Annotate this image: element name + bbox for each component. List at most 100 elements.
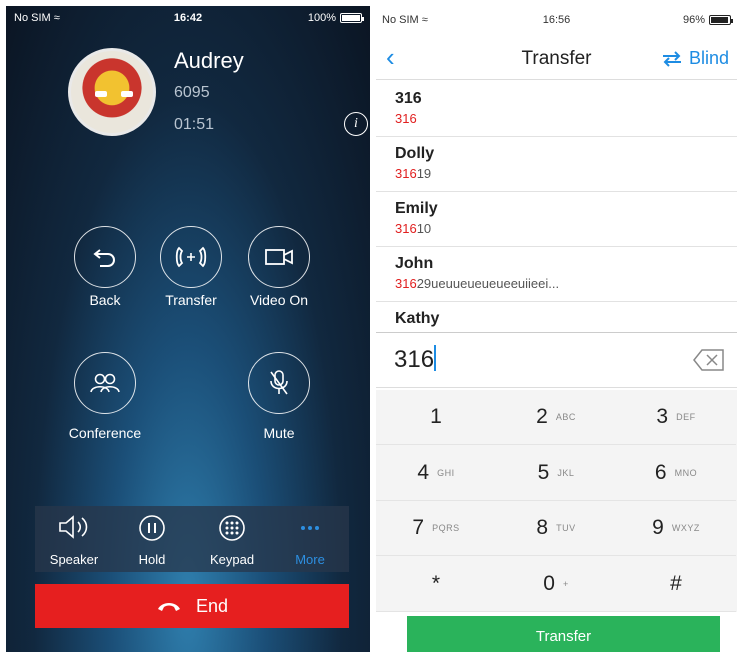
key-letters: DEF xyxy=(676,412,696,422)
contact-row[interactable]: Emily 31610 xyxy=(376,192,737,247)
transfer-screen: No SIM ≈ 16:56 96% ‹ Transfer Blind 316 3… xyxy=(376,6,737,652)
key-digit: 1 xyxy=(430,405,442,428)
status-bar: No SIM ≈ 16:56 96% xyxy=(382,14,733,28)
avatar-eye xyxy=(95,91,107,97)
contact-name: Kathy xyxy=(395,310,440,327)
hold-icon xyxy=(139,515,165,541)
key-letters: TUV xyxy=(556,523,576,533)
contact-number: 316 xyxy=(395,111,737,126)
battery-percent: 96% xyxy=(682,14,705,26)
video-on-button[interactable] xyxy=(248,226,310,288)
caller-number: 6095 xyxy=(174,84,210,101)
key-digit: 6 xyxy=(654,460,667,484)
key-8[interactable]: 8 TUV xyxy=(496,501,616,556)
key-digit: # xyxy=(670,571,682,595)
number-match-highlight: 316 xyxy=(395,111,417,126)
call-duration: 01:51 xyxy=(174,116,215,133)
key-letters: ABC xyxy=(555,412,576,422)
mute-label: Mute xyxy=(263,425,295,441)
key-hash[interactable]: # xyxy=(616,557,736,612)
back-button[interactable] xyxy=(74,226,136,288)
blind-transfer-button[interactable]: Blind xyxy=(661,48,729,69)
hold-label: Hold xyxy=(138,552,166,567)
mute-button[interactable] xyxy=(248,352,310,414)
contact-number: 31610 xyxy=(395,221,737,236)
status-time: 16:56 xyxy=(542,14,571,26)
key-4[interactable]: 4 GHI xyxy=(376,446,496,501)
key-letters: GHI xyxy=(437,467,455,478)
caller-avatar xyxy=(68,48,156,136)
key-letters: WXYZ xyxy=(671,523,700,533)
number-match-highlight: 316 xyxy=(395,221,417,236)
contact-name: Dolly xyxy=(395,145,435,162)
caller-name: Audrey xyxy=(174,48,244,73)
backspace-icon[interactable] xyxy=(693,349,725,371)
transfer-button[interactable] xyxy=(160,226,222,288)
key-3[interactable]: 3 DEF xyxy=(616,390,736,445)
battery-percent: 100% xyxy=(307,12,336,24)
blind-label: Blind xyxy=(688,48,729,68)
call-toolbar: Speaker Hold Keypad More xyxy=(35,506,349,572)
info-icon: i xyxy=(354,116,358,131)
number-match-highlight: 316 xyxy=(395,166,417,181)
contact-row[interactable]: John 31629ueuueueueueeuiieei... xyxy=(376,247,737,302)
keypad-icon xyxy=(219,515,245,541)
key-6[interactable]: 6 MNO xyxy=(616,446,736,501)
transfer-submit-button[interactable]: Transfer xyxy=(407,616,720,652)
key-1[interactable]: 1 xyxy=(376,390,496,445)
swap-arrows-icon xyxy=(662,50,681,67)
more-button[interactable]: More xyxy=(275,506,345,572)
contact-row[interactable]: 316 316 xyxy=(376,82,737,137)
hangup-icon xyxy=(157,603,180,611)
key-7[interactable]: 7 PQRS xyxy=(376,501,496,556)
key-letters: PQRS xyxy=(432,523,460,533)
contact-number: 31619 xyxy=(395,166,737,181)
dial-input-value: 316 xyxy=(394,345,437,373)
text-caret xyxy=(434,345,437,371)
speaker-button[interactable]: Speaker xyxy=(39,506,109,572)
speaker-label: Speaker xyxy=(49,552,99,567)
battery-icon xyxy=(340,13,364,23)
contact-list: 316 316 Dolly 31619 Emily 31610 John 31629ueuue… xyxy=(376,82,737,357)
info-button[interactable]: i xyxy=(344,112,368,136)
keypad-button[interactable]: Keypad xyxy=(197,506,267,572)
number-remainder: 19 xyxy=(416,166,432,181)
key-digit: * xyxy=(431,571,441,595)
speaker-icon xyxy=(59,515,88,539)
conference-button[interactable] xyxy=(74,352,136,414)
key-5[interactable]: 5 JKL xyxy=(496,446,616,501)
key-9[interactable]: 9 WXYZ xyxy=(616,501,736,556)
number-remainder: 29ueuueueueueeuiieei... xyxy=(416,276,560,291)
avatar-eye xyxy=(121,91,133,97)
hold-button[interactable]: Hold xyxy=(117,506,187,572)
contact-name: Emily xyxy=(395,200,438,217)
contact-name: John xyxy=(395,255,434,272)
key-0[interactable]: 0 + xyxy=(496,557,616,612)
end-call-button[interactable]: End xyxy=(35,584,349,628)
key-letters: MNO xyxy=(674,467,698,478)
more-icon xyxy=(301,526,319,530)
key-digit: 9 xyxy=(652,516,664,539)
video-on-label: Video On xyxy=(249,292,309,308)
key-digit: 3 xyxy=(656,405,669,428)
key-star[interactable]: * xyxy=(376,557,496,612)
battery-indicator: 96% xyxy=(682,14,733,26)
key-digit: 7 xyxy=(412,516,425,539)
conference-icon xyxy=(90,373,120,393)
key-digit: 5 xyxy=(537,460,550,484)
key-digit: 0 xyxy=(543,571,555,595)
key-letters: + xyxy=(562,578,569,589)
nav-bar: ‹ Transfer Blind xyxy=(376,36,737,80)
back-icon xyxy=(93,249,115,267)
contact-number: 31629ueuueueueueeuiieei... xyxy=(395,276,737,291)
number-remainder: 10 xyxy=(416,221,432,236)
key-2[interactable]: 2 ABC xyxy=(496,390,616,445)
conference-label: Conference xyxy=(68,425,142,441)
dial-input[interactable]: 316 xyxy=(376,332,737,388)
contact-row[interactable]: Dolly 31619 xyxy=(376,137,737,192)
number-match-highlight: 316 xyxy=(395,276,417,291)
transfer-icon xyxy=(175,246,207,268)
in-call-screen: No SIM ≈ 16:42 100% Audrey 6095 01:51 i … xyxy=(6,6,370,652)
dial-keypad: 1 2 ABC 3 DEF 4 GHI 5 JKL 6 MNO 7 PQRS 8 TUV 9 WXYZ * 0 + # xyxy=(376,390,737,612)
video-icon xyxy=(265,249,293,265)
